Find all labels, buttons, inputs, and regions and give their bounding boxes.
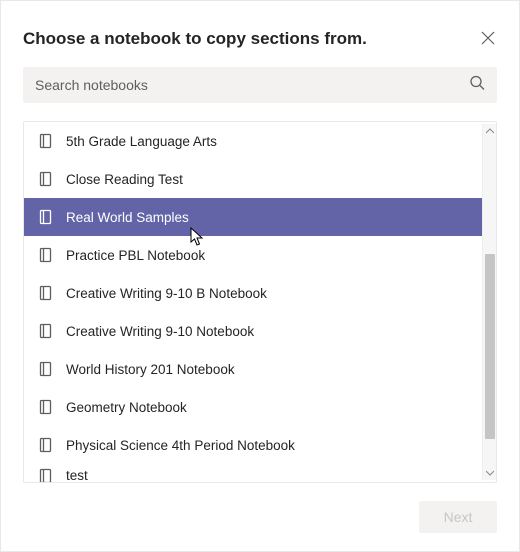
notebook-list: 5th Grade Language Arts Close Reading Tes… — [24, 122, 496, 482]
scrollbar-down-arrow[interactable] — [483, 466, 497, 480]
notebook-icon — [38, 209, 54, 225]
notebook-list-container: 5th Grade Language Arts Close Reading Tes… — [23, 121, 497, 483]
list-item[interactable]: Geometry Notebook — [24, 388, 482, 426]
notebook-icon — [38, 171, 54, 187]
notebook-icon — [38, 285, 54, 301]
list-item[interactable]: test — [24, 464, 482, 482]
notebook-icon — [38, 468, 54, 482]
notebook-label: Practice PBL Notebook — [66, 248, 205, 263]
notebook-icon — [38, 247, 54, 263]
notebook-label: Real World Samples — [66, 210, 189, 225]
notebook-icon — [38, 361, 54, 377]
notebook-label: test — [66, 468, 88, 482]
notebook-label: Creative Writing 9-10 Notebook — [66, 324, 254, 339]
search-input[interactable] — [23, 67, 497, 103]
notebook-label: World History 201 Notebook — [66, 362, 235, 377]
dialog-title: Choose a notebook to copy sections from. — [23, 29, 367, 49]
scrollbar-thumb[interactable] — [485, 254, 495, 439]
notebook-label: Creative Writing 9-10 B Notebook — [66, 286, 267, 301]
notebook-label: Physical Science 4th Period Notebook — [66, 438, 295, 453]
scrollbar-up-arrow[interactable] — [483, 124, 497, 138]
list-item[interactable]: World History 201 Notebook — [24, 350, 482, 388]
dialog-header: Choose a notebook to copy sections from. — [23, 29, 497, 49]
list-item[interactable]: Creative Writing 9-10 B Notebook — [24, 274, 482, 312]
list-item[interactable]: 5th Grade Language Arts — [24, 122, 482, 160]
close-icon — [481, 31, 495, 45]
notebook-icon — [38, 133, 54, 149]
notebook-icon — [38, 399, 54, 415]
choose-notebook-dialog: Choose a notebook to copy sections from.… — [0, 0, 520, 552]
list-item[interactable]: Practice PBL Notebook — [24, 236, 482, 274]
scrollbar-track[interactable] — [482, 124, 496, 480]
notebook-label: Close Reading Test — [66, 172, 183, 187]
list-item[interactable]: Physical Science 4th Period Notebook — [24, 426, 482, 464]
list-item[interactable]: Creative Writing 9-10 Notebook — [24, 312, 482, 350]
next-button[interactable]: Next — [419, 501, 497, 533]
list-item[interactable]: Real World Samples — [24, 198, 482, 236]
dialog-footer: Next — [23, 483, 497, 533]
notebook-label: Geometry Notebook — [66, 400, 187, 415]
list-item[interactable]: Close Reading Test — [24, 160, 482, 198]
notebook-icon — [38, 323, 54, 339]
search-field-wrap — [23, 67, 497, 103]
notebook-label: 5th Grade Language Arts — [66, 134, 217, 149]
notebook-icon — [38, 437, 54, 453]
close-button[interactable] — [479, 29, 497, 47]
